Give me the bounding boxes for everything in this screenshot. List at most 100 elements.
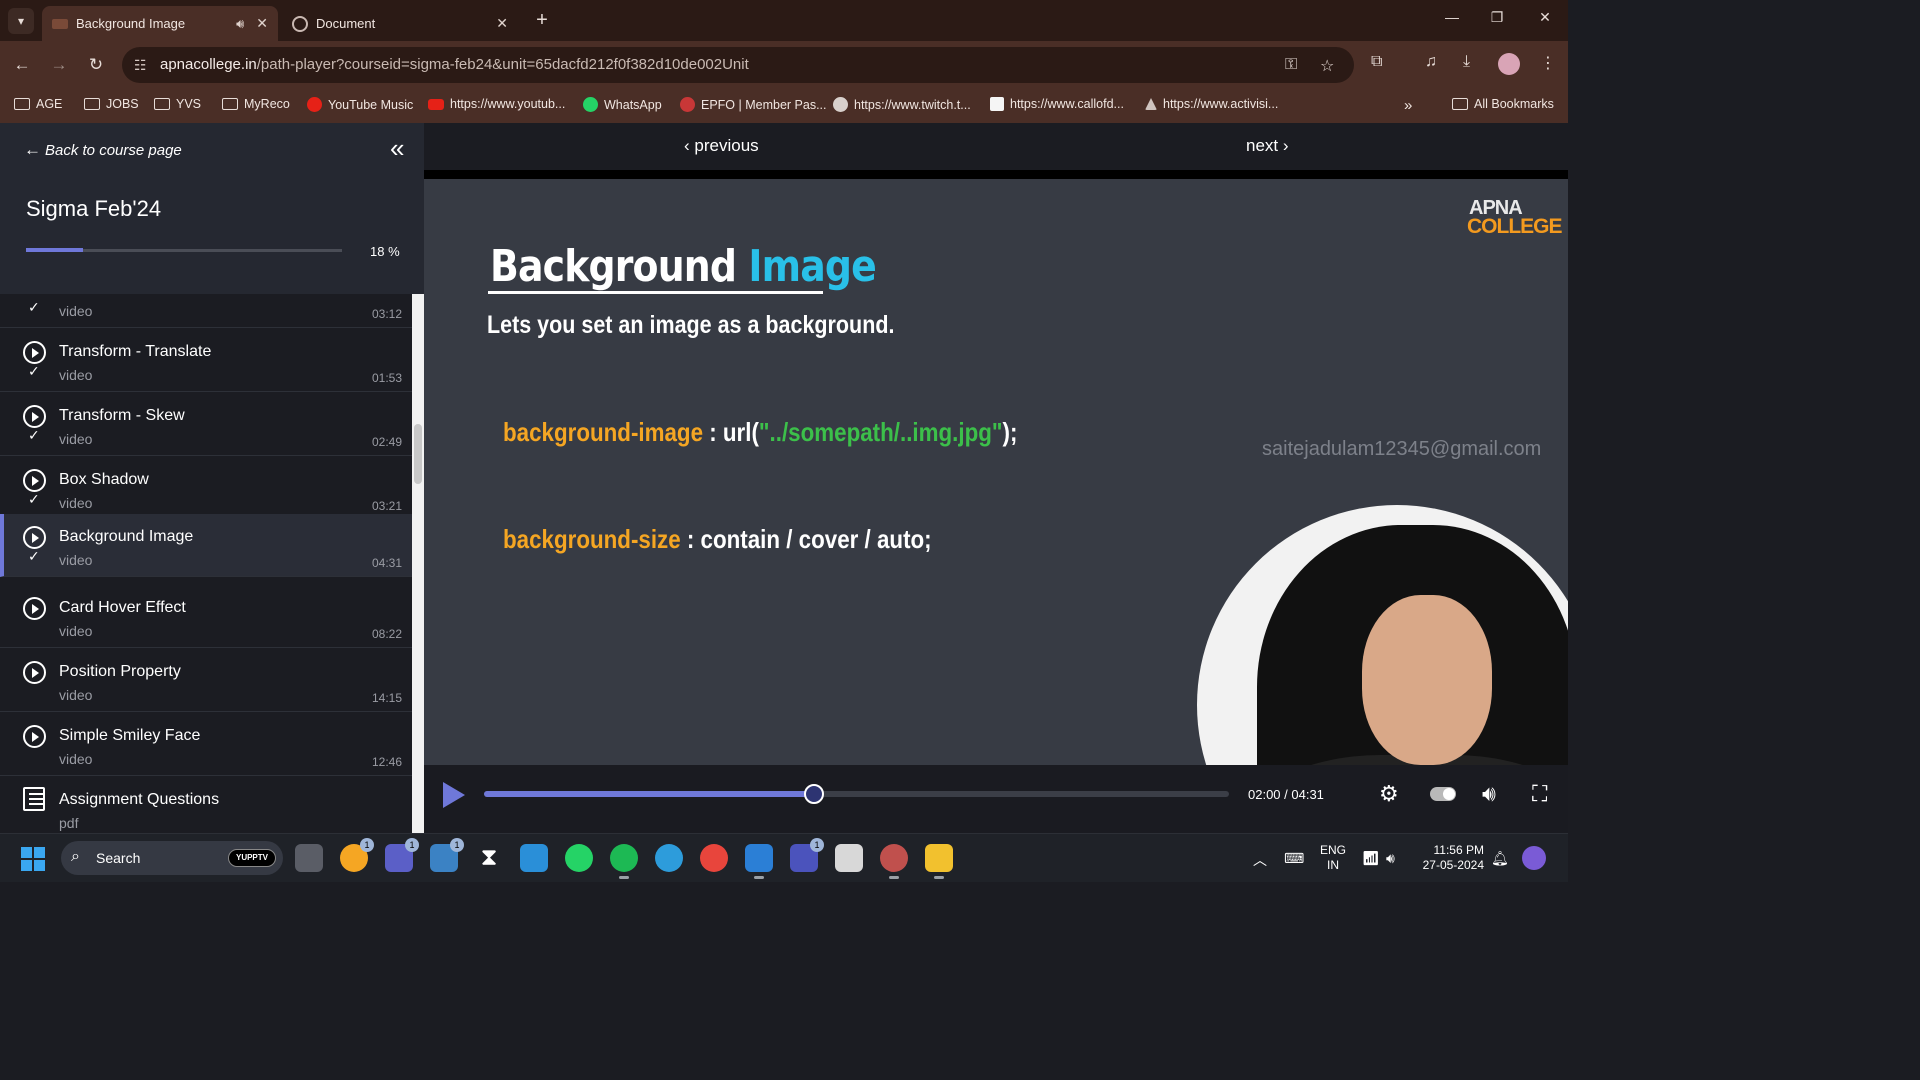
all-bookmarks[interactable]: All Bookmarks bbox=[1452, 97, 1554, 111]
css-property: background-image bbox=[503, 417, 704, 447]
key-icon[interactable]: ⚿ bbox=[1285, 56, 1297, 74]
list-item[interactable]: ✓ video 03:12 bbox=[0, 294, 412, 328]
bookmark-activision[interactable]: https://www.activisi... bbox=[1145, 97, 1278, 111]
url-text[interactable]: apnacollege.in/path-player?courseid=sigm… bbox=[160, 56, 749, 73]
tab-search-icon[interactable]: ▾ bbox=[8, 8, 34, 34]
bookmark-yvs[interactable]: YVS bbox=[154, 97, 201, 111]
volume-icon[interactable]: 🔊︎ bbox=[1482, 781, 1496, 807]
more-bookmarks-icon[interactable]: » bbox=[1404, 97, 1412, 114]
list-item[interactable]: Position Property video 14:15 bbox=[0, 649, 412, 712]
css-text: : url( bbox=[703, 417, 759, 447]
bookmark-myreco[interactable]: MyReco bbox=[222, 97, 290, 111]
forward-arrow-icon[interactable]: → bbox=[47, 53, 71, 77]
bookmark-youtube-music[interactable]: YouTube Music bbox=[307, 97, 413, 112]
new-tab-button[interactable]: + bbox=[530, 8, 554, 32]
hourglass-icon[interactable]: ⧗ bbox=[475, 844, 503, 872]
remote-desktop-icon[interactable] bbox=[520, 844, 548, 872]
tab-background-image[interactable]: Background Image 🔊︎ ✕ bbox=[42, 6, 278, 41]
back-to-course-link[interactable]: ← Back to course page bbox=[24, 140, 182, 160]
app-orange-icon[interactable]: 1 bbox=[340, 838, 374, 872]
extensions-icon[interactable]: ⧉ bbox=[1371, 53, 1382, 71]
autoplay-toggle[interactable] bbox=[1430, 787, 1456, 801]
menu-kebab-icon[interactable]: ⋮ bbox=[1540, 53, 1556, 73]
search-icon: ⌕ bbox=[71, 848, 80, 865]
lesson-type: video bbox=[59, 495, 93, 511]
bookmark-label: JOBS bbox=[106, 97, 139, 111]
speaker-icon[interactable]: 🔊︎ bbox=[236, 16, 244, 32]
windows-start-icon[interactable] bbox=[21, 847, 45, 871]
system-clock[interactable]: 11:56 PM 27-05-2024 bbox=[1416, 843, 1484, 873]
list-item-selected[interactable]: ✓ Background Image video 04:31 bbox=[0, 514, 412, 577]
bookmark-jobs[interactable]: JOBS bbox=[84, 97, 139, 111]
site-info-icon[interactable]: ☷ bbox=[134, 57, 147, 74]
restore-icon[interactable]: ❐ bbox=[1487, 9, 1507, 26]
address-bar[interactable]: ☷ apnacollege.in/path-player?courseid=si… bbox=[122, 47, 1354, 83]
back-label: Back to course page bbox=[45, 141, 182, 159]
tab-document[interactable]: Document ✕ bbox=[282, 6, 518, 41]
vscode-icon[interactable] bbox=[745, 844, 773, 879]
close-tab-icon[interactable]: ✕ bbox=[496, 15, 508, 32]
back-arrow-icon[interactable]: ← bbox=[10, 53, 34, 77]
bookmark-label: MyReco bbox=[244, 97, 290, 111]
bookmark-callofduty[interactable]: https://www.callofd... bbox=[990, 97, 1124, 111]
list-item[interactable]: Assignment Questions pdf bbox=[0, 777, 412, 833]
list-item[interactable]: ✓ Box Shadow video 03:21 bbox=[0, 457, 412, 520]
settings-gear-icon[interactable]: ⚙ bbox=[1379, 781, 1399, 807]
seek-handle[interactable] bbox=[804, 784, 825, 804]
bookmark-age[interactable]: AGE bbox=[14, 97, 62, 111]
video-frame[interactable]: APNA COLLEGE Background Image Lets you s… bbox=[424, 179, 1568, 765]
reload-icon[interactable]: ↻ bbox=[84, 53, 108, 77]
close-window-icon[interactable]: ✕ bbox=[1535, 9, 1555, 26]
wifi-icon[interactable]: 📶︎ bbox=[1362, 850, 1380, 867]
volume-tray-icon[interactable]: 🔊︎ bbox=[1386, 850, 1395, 867]
code-line-background-image: background-image : url("../somepath/..im… bbox=[503, 417, 1017, 448]
minimize-icon[interactable]: — bbox=[1442, 9, 1462, 25]
profile-avatar[interactable] bbox=[1498, 53, 1520, 75]
previous-button[interactable]: ‹ previous bbox=[684, 136, 759, 156]
bookmark-whatsapp[interactable]: WhatsApp bbox=[583, 97, 662, 112]
scrollbar-thumb[interactable] bbox=[414, 424, 422, 484]
task-view-icon[interactable] bbox=[295, 844, 323, 872]
chrome-profile-icon[interactable] bbox=[880, 844, 908, 879]
list-item[interactable]: Simple Smiley Face video 12:46 bbox=[0, 713, 412, 776]
notification-bell-icon[interactable]: 🔔︎ bbox=[1491, 850, 1509, 867]
folder-icon bbox=[1452, 98, 1468, 110]
play-circle-icon bbox=[23, 661, 46, 684]
collapse-sidebar-icon[interactable]: « bbox=[390, 133, 405, 164]
chevron-left-icon: ‹ bbox=[684, 136, 695, 155]
seek-bar[interactable] bbox=[484, 784, 1229, 804]
bookmark-label: EPFO | Member Pas... bbox=[701, 97, 827, 112]
taskbar-search[interactable]: ⌕ Search YUPPTV bbox=[61, 841, 283, 875]
play-icon[interactable] bbox=[443, 782, 465, 808]
edge-icon[interactable] bbox=[655, 844, 683, 872]
file-explorer-icon[interactable] bbox=[925, 844, 953, 879]
lesson-list[interactable]: ✓ video 03:12 ✓ Transform - Translate vi… bbox=[0, 294, 412, 833]
fullscreen-icon[interactable]: ⛶ bbox=[1532, 781, 1547, 807]
next-button[interactable]: next › bbox=[1246, 136, 1289, 156]
teams-chat-icon[interactable]: 1 bbox=[385, 838, 419, 872]
sidebar-scrollbar[interactable] bbox=[412, 294, 424, 833]
language-indicator[interactable]: ENG IN bbox=[1320, 843, 1346, 873]
list-item[interactable]: ✓ Transform - Translate video 01:53 bbox=[0, 329, 412, 392]
list-item[interactable]: Card Hover Effect video 08:22 bbox=[0, 585, 412, 648]
bookmark-star-icon[interactable]: ☆ bbox=[1320, 56, 1334, 76]
teams-icon[interactable]: 1 bbox=[790, 838, 824, 872]
bookmark-epfo[interactable]: EPFO | Member Pas... bbox=[680, 97, 827, 112]
snipping-tool-icon[interactable] bbox=[835, 844, 863, 872]
tray-overflow-icon[interactable]: ︿ bbox=[1253, 850, 1267, 870]
copilot-icon[interactable] bbox=[1522, 846, 1546, 870]
css-string: "../somepath/..img.jpg" bbox=[758, 417, 1003, 447]
spotify-icon[interactable] bbox=[610, 844, 638, 879]
bookmark-twitch[interactable]: https://www.twitch.t... bbox=[833, 97, 971, 112]
keyboard-icon[interactable]: ⌨ bbox=[1284, 850, 1304, 867]
todo-icon[interactable]: 1 bbox=[430, 838, 464, 872]
bookmark-youtube[interactable]: https://www.youtub... bbox=[428, 97, 565, 111]
close-tab-icon[interactable]: ✕ bbox=[256, 15, 268, 32]
bookmark-label: https://www.youtub... bbox=[450, 97, 566, 111]
list-item[interactable]: ✓ Transform - Skew video 02:49 bbox=[0, 393, 412, 456]
download-icon[interactable]: ⤓ bbox=[1463, 53, 1470, 71]
chrome-icon[interactable] bbox=[700, 844, 728, 872]
whatsapp-icon[interactable] bbox=[565, 844, 593, 872]
media-control-icon[interactable]: ♫ bbox=[1425, 53, 1437, 71]
tab-title: Background Image bbox=[76, 16, 186, 31]
